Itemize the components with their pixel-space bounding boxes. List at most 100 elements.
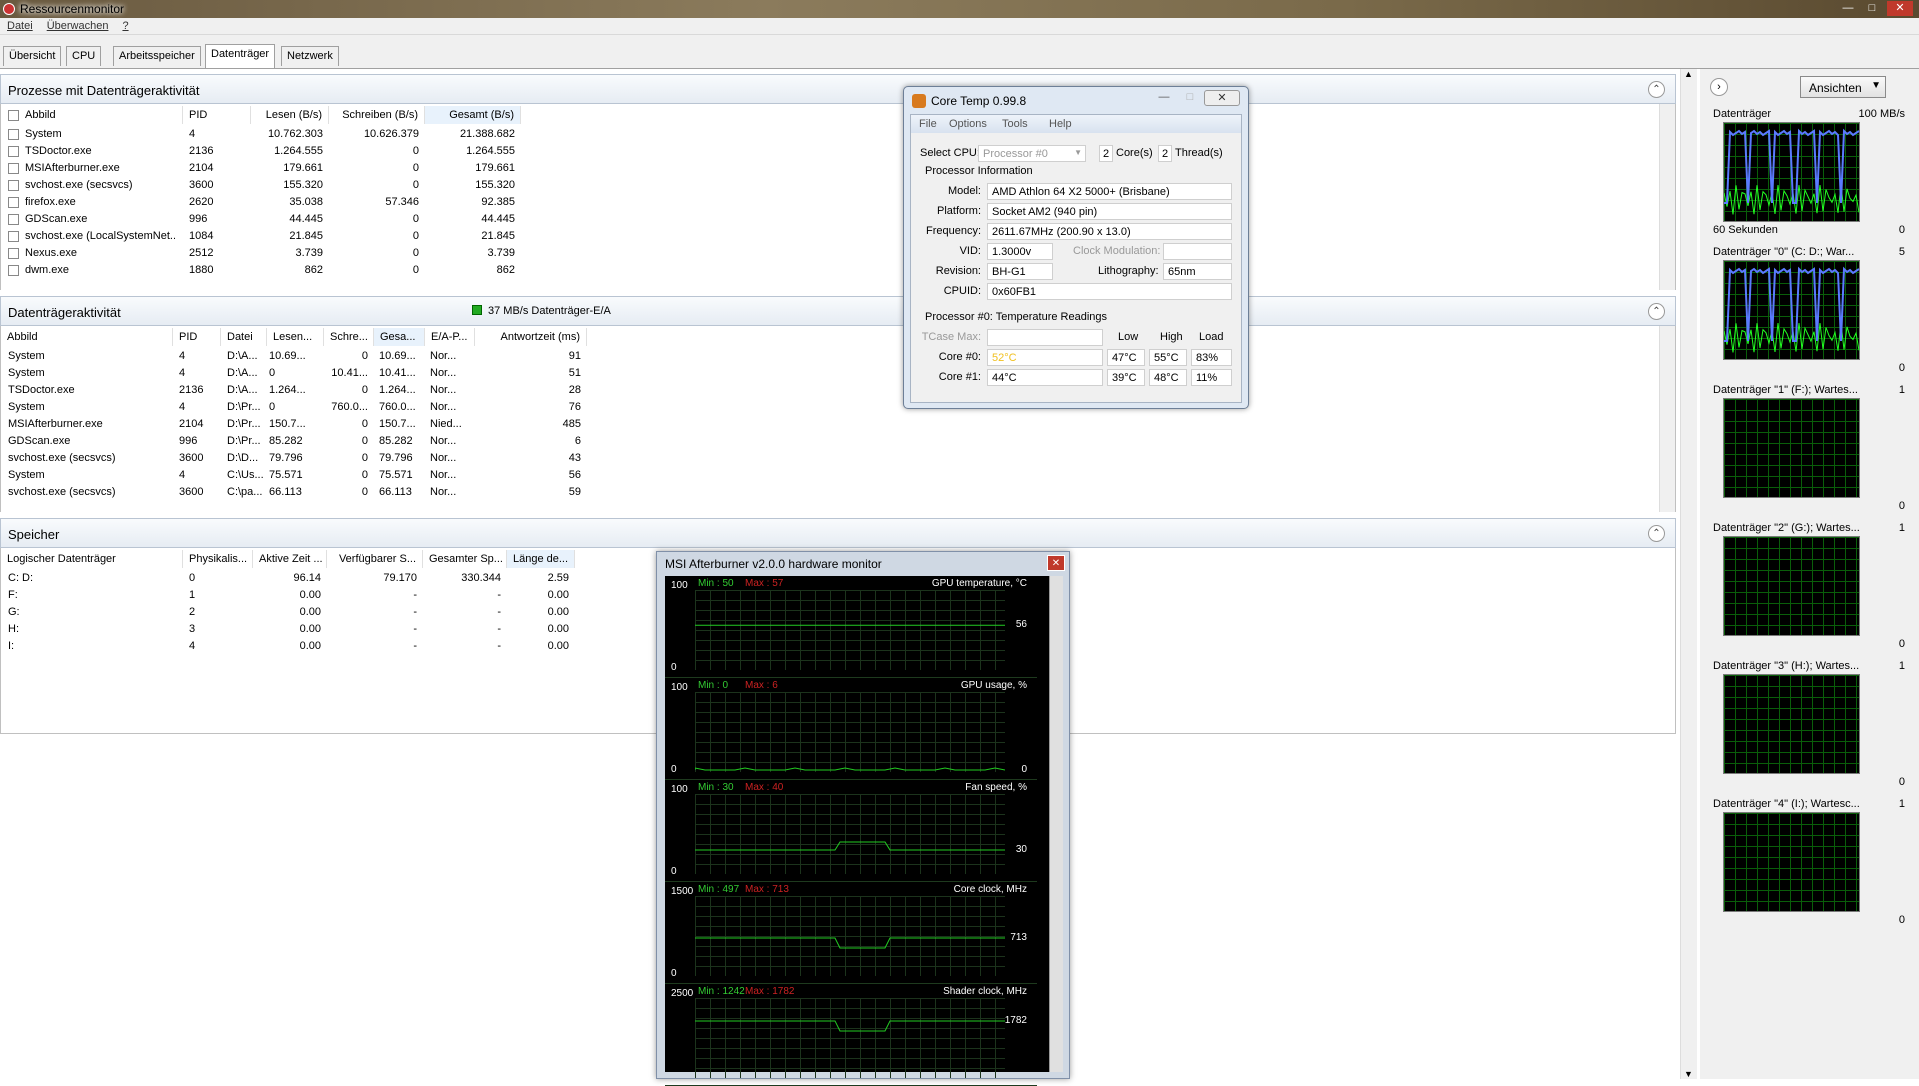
col-datei[interactable]: Datei — [221, 328, 267, 346]
menu-help[interactable]: Help — [1049, 118, 1072, 130]
msi-close-button[interactable]: ✕ — [1047, 555, 1065, 571]
table-row[interactable]: System 4 D:\Pr... 0 760.0... 760.0... Nor... 76 — [1, 399, 1675, 416]
close-button[interactable]: ✕ — [1887, 1, 1913, 16]
table-row[interactable]: TSDoctor.exe 2136 D:\A... 1.264... 0 1.264...… — [1, 382, 1675, 399]
col-pid[interactable]: PID — [173, 328, 221, 346]
row-checkbox[interactable] — [8, 129, 19, 140]
tab-uebersicht[interactable]: Übersicht — [3, 46, 62, 66]
cpu-select[interactable]: Processor #0 ▼ — [978, 145, 1086, 162]
menu-options[interactable]: Options — [949, 118, 987, 130]
graph-canvas — [1723, 674, 1860, 774]
col-pid[interactable]: PID — [183, 106, 251, 124]
table-row[interactable]: dwm.exe 1880 862 0 862 — [1, 262, 1675, 279]
row-checkbox[interactable] — [8, 163, 19, 174]
table-cell: D:\A... — [227, 367, 258, 379]
menu-file[interactable]: File — [919, 118, 937, 130]
storage-panel-header[interactable]: Speicher ⌃ — [0, 518, 1676, 548]
col-queue-length[interactable]: Länge de... — [507, 550, 575, 568]
select-all-checkbox[interactable] — [8, 110, 19, 121]
table-row[interactable]: System 4 D:\A... 0 10.41... 10.41... Nor... 51 — [1, 365, 1675, 382]
table-row[interactable]: MSIAfterburner.exe 2104 179.661 0 179.661 — [1, 160, 1675, 177]
table-row[interactable]: firefox.exe 2620 35.038 57.346 92.385 — [1, 194, 1675, 211]
table-cell: 92.385 — [481, 196, 515, 208]
table-cell: 21.388.682 — [459, 128, 515, 140]
col-ea-prioritaet[interactable]: E/A-P... — [425, 328, 475, 346]
processes-panel-header[interactable]: Prozesse mit Datenträgeraktivität ⌃ — [0, 74, 1676, 104]
tab-netzwerk[interactable]: Netzwerk — [281, 46, 339, 66]
tab-arbeitsspeicher[interactable]: Arbeitsspeicher — [113, 46, 201, 66]
table-row[interactable]: System 4 D:\A... 10.69... 0 10.69... Nor... 91 — [1, 348, 1675, 365]
col-available[interactable]: Verfügbarer S... — [327, 550, 423, 568]
row-checkbox[interactable] — [8, 231, 19, 242]
col-total[interactable]: Gesamter Sp... — [423, 550, 507, 568]
views-button[interactable]: Ansichten ▼ — [1800, 76, 1886, 98]
col-lesen[interactable]: Lesen (B/s) — [251, 106, 329, 124]
coretemp-close-button[interactable]: ✕ — [1204, 90, 1240, 106]
col-gesamt[interactable]: Gesamt (B/s) — [425, 106, 521, 124]
tab-datentraeger[interactable]: Datenträger — [205, 44, 276, 68]
menu-help[interactable]: ? — [115, 18, 135, 34]
table-cell: svchost.exe (secsvcs) — [25, 179, 133, 191]
load-header: Load — [1199, 331, 1224, 343]
collapse-icon[interactable]: ⌃ — [1648, 81, 1665, 98]
table-cell: System — [25, 128, 62, 140]
tab-cpu[interactable]: CPU — [66, 46, 102, 66]
col-physical[interactable]: Physikalis... — [183, 550, 253, 568]
collapse-icon[interactable]: ⌃ — [1648, 525, 1665, 542]
col-schreiben[interactable]: Schre... — [324, 328, 374, 346]
table-cell: 2.59 — [547, 572, 569, 584]
menu-datei[interactable]: Datei — [0, 18, 40, 34]
table-cell: - — [413, 589, 417, 601]
row-checkbox[interactable] — [8, 197, 19, 208]
table-row[interactable]: Nexus.exe 2512 3.739 0 3.739 — [1, 245, 1675, 262]
table-row[interactable]: svchost.exe (secsvcs) 3600 D:\D... 79.796 0 7… — [1, 450, 1675, 467]
table-row[interactable]: svchost.exe (secsvcs) 3600 155.320 0 155.320 — [1, 177, 1675, 194]
coretemp-maximize-button[interactable]: □ — [1178, 91, 1202, 106]
col-schreiben[interactable]: Schreiben (B/s) — [329, 106, 425, 124]
col-antwortzeit[interactable]: Antwortzeit (ms) — [475, 328, 587, 346]
table-cell: D:\Pr... — [227, 435, 261, 447]
table-cell: 79.796 — [379, 452, 413, 464]
scroll-up-icon[interactable]: ▲ — [1684, 69, 1693, 79]
disk-graph: Datenträger "2" (G:); Wartes... 1 0 — [1710, 522, 1905, 650]
minimize-button[interactable]: — — [1837, 1, 1859, 16]
col-logical-disk[interactable]: Logischer Datenträger — [1, 550, 183, 568]
col-lesen[interactable]: Lesen... — [267, 328, 324, 346]
msi-scrollbar[interactable] — [1049, 576, 1063, 1072]
graph-current-value: 713 — [1010, 932, 1027, 943]
col-gesamt[interactable]: Gesa... — [374, 328, 425, 346]
col-abbild[interactable]: Abbild — [1, 328, 173, 346]
row-checkbox[interactable] — [8, 248, 19, 259]
processes-scrollbar[interactable] — [1659, 104, 1675, 290]
expand-pane-icon[interactable]: › — [1710, 78, 1728, 96]
table-row[interactable]: System 4 10.762.303 10.626.379 21.388.682 — [1, 126, 1675, 143]
maximize-button[interactable]: □ — [1861, 1, 1883, 16]
table-row[interactable]: System 4 C:\Us... 75.571 0 75.571 Nor... 56 — [1, 467, 1675, 484]
table-row[interactable]: TSDoctor.exe 2136 1.264.555 0 1.264.555 — [1, 143, 1675, 160]
row-checkbox[interactable] — [8, 214, 19, 225]
row-checkbox[interactable] — [8, 180, 19, 191]
coretemp-window: Core Temp 0.99.8 — □ ✕ File Options Tool… — [903, 86, 1249, 409]
col-abbild[interactable]: Abbild — [1, 106, 183, 124]
menu-ueberwachen[interactable]: Überwachen — [40, 18, 116, 34]
graph-time-label: 60 Sekunden — [1713, 224, 1778, 236]
table-cell: 1.264... — [379, 384, 416, 396]
collapse-icon[interactable]: ⌃ — [1648, 303, 1665, 320]
table-cell: 760.0... — [331, 401, 368, 413]
table-row[interactable]: GDScan.exe 996 D:\Pr... 85.282 0 85.282 Nor...… — [1, 433, 1675, 450]
table-row[interactable]: svchost.exe (LocalSystemNet... 1084 21.845… — [1, 228, 1675, 245]
table-row[interactable]: svchost.exe (secsvcs) 3600 C:\pa... 66.113 0… — [1, 484, 1675, 501]
table-cell: Nor... — [430, 401, 457, 413]
disk-activity-scrollbar[interactable] — [1659, 326, 1675, 512]
menu-tools[interactable]: Tools — [1002, 118, 1028, 130]
graph-max-value: 100 MB/s — [1858, 108, 1905, 120]
coretemp-minimize-button[interactable]: — — [1152, 91, 1176, 106]
table-row[interactable]: GDScan.exe 996 44.445 0 44.445 — [1, 211, 1675, 228]
row-checkbox[interactable] — [8, 146, 19, 157]
row-checkbox[interactable] — [8, 265, 19, 276]
disk-activity-panel-header[interactable]: Datenträgeraktivität 37 MB/s Datenträger… — [0, 296, 1676, 326]
scroll-down-icon[interactable]: ▼ — [1684, 1069, 1693, 1079]
table-row[interactable]: MSIAfterburner.exe 2104 D:\Pr... 150.7... 0 1… — [1, 416, 1675, 433]
main-scrollbar[interactable]: ▲ ▼ — [1680, 69, 1697, 1079]
col-active-time[interactable]: Aktive Zeit ... — [253, 550, 327, 568]
